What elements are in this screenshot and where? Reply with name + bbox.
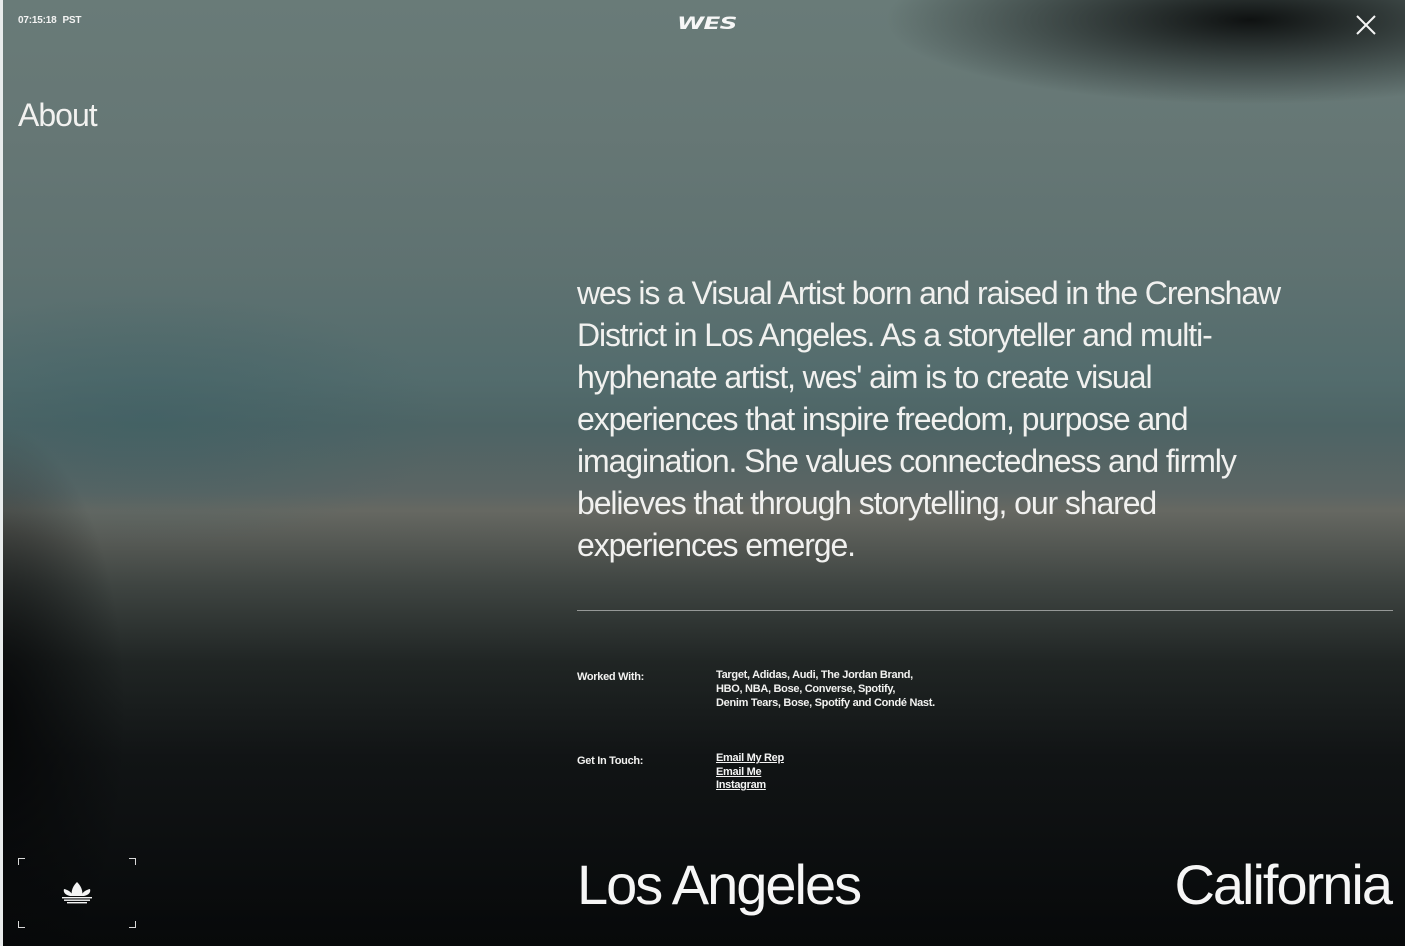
email-rep-link[interactable]: Email My Rep [716,752,784,766]
location-state: California [1174,853,1393,916]
email-me-link[interactable]: Email Me [716,766,784,780]
top-bar: 07:15:18 PST WES [0,0,1405,50]
get-in-touch-label: Get In Touch: [577,755,644,767]
brand-badge[interactable] [18,858,136,928]
section-divider [577,610,1393,611]
worked-with-label: Worked With: [577,671,644,683]
badge-corner [129,921,136,928]
bio-paragraph: wes is a Visual Artist born and raised i… [577,275,1281,563]
clients-line: HBO, NBA, Bose, Converse, Spotify, [716,683,896,695]
close-icon [1356,15,1376,35]
location-city: Los Angeles [577,853,862,916]
site-logo[interactable]: WES [677,14,737,34]
instagram-link[interactable]: Instagram [716,779,784,793]
badge-corner [18,921,25,928]
clients-list: Target, Adidas, Audi, The Jordan Brand, … [716,668,935,710]
contact-links: Email My Rep Email Me Instagram [716,752,784,793]
adidas-trefoil-icon [62,882,92,904]
clients-line: Denim Tears, Bose, Spotify and Condé Nas… [716,697,935,709]
local-clock: 07:15:18 PST [18,15,81,26]
badge-corner [129,858,136,865]
clients-line: Target, Adidas, Audi, The Jordan Brand, [716,669,913,681]
page-title: About [18,97,98,133]
window-edge [0,0,3,946]
badge-corner [18,858,25,865]
clock-time: 07:15:18 [18,15,57,26]
close-button[interactable] [1354,13,1378,37]
clock-timezone: PST [62,15,82,26]
